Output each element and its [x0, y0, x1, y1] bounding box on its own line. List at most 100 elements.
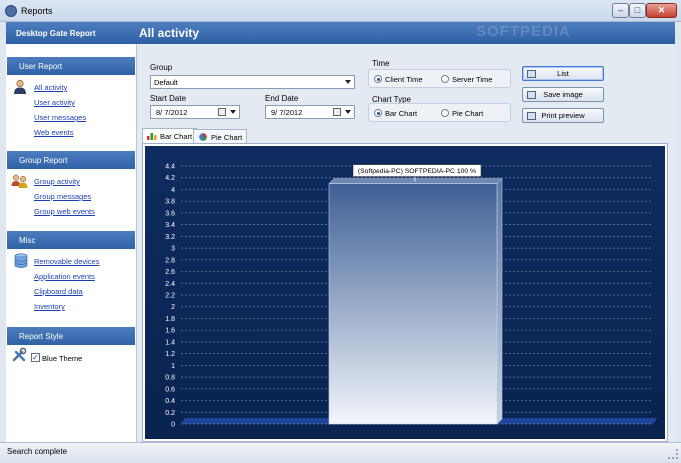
- radio-pie-chart[interactable]: [441, 109, 449, 117]
- chevron-down-icon: [345, 110, 351, 114]
- data-label: (Softpedia-PC) SOFTPEDIA-PC 100 %: [358, 168, 476, 175]
- time-options: Client Time Server Time: [368, 69, 511, 88]
- y-tick-label: 3.8: [165, 199, 175, 206]
- section-group-report: Group Report: [7, 151, 135, 169]
- sidebar-item-clipboard-data[interactable]: Clipboard data: [34, 287, 83, 296]
- watermark: SOFTPEDIA: [476, 23, 571, 40]
- end-date-picker[interactable]: 9/ 7/2012: [265, 105, 355, 119]
- sidebar-item-group-activity[interactable]: Group activity: [34, 177, 80, 186]
- list-icon: [527, 70, 536, 78]
- window-title: Reports: [21, 6, 53, 16]
- y-tick-label: 3: [171, 246, 175, 253]
- pie-chart-option-label: Pie Chart: [452, 109, 484, 118]
- window-titlebar[interactable]: [0, 0, 681, 22]
- y-tick-label: 3.4: [165, 222, 175, 229]
- section-report-style: Report Style: [7, 327, 135, 345]
- end-date-label: End Date: [265, 94, 299, 103]
- list-button[interactable]: List: [522, 66, 604, 81]
- y-tick-label: 0.6: [165, 386, 175, 393]
- sidebar-item-all-activity[interactable]: All activity: [34, 83, 67, 92]
- bar-top: [328, 178, 503, 184]
- save-image-label: Save image: [543, 90, 583, 99]
- tab-bar-chart-label: Bar Chart: [160, 132, 193, 141]
- printer-icon: [527, 112, 536, 120]
- status-text: Search complete: [7, 447, 68, 456]
- bar-chart-option-label: Bar Chart: [385, 109, 418, 118]
- server-time-label: Server Time: [452, 75, 493, 84]
- y-tick-label: 0.2: [165, 410, 175, 417]
- group-label: Group: [150, 63, 173, 72]
- close-button[interactable]: ✕: [646, 3, 677, 18]
- bar-chart-icon: [147, 133, 157, 140]
- y-tick-label: 1.6: [165, 328, 175, 335]
- blue-theme-checkbox[interactable]: ✓: [31, 353, 40, 362]
- y-tick-label: 4: [171, 187, 175, 194]
- blue-theme-label: Blue Theme: [42, 354, 83, 363]
- tab-pie-chart-label: Pie Chart: [211, 133, 243, 142]
- end-date-value: 9/ 7/2012: [271, 108, 303, 117]
- y-tick-label: 2.6: [165, 269, 175, 276]
- image-icon: [527, 91, 536, 99]
- page-title: All activity: [139, 26, 200, 40]
- bar-side: [496, 177, 503, 425]
- group-icon: [11, 174, 28, 188]
- start-date-value: 8/ 7/2012: [156, 108, 188, 117]
- time-label: Time: [372, 59, 390, 68]
- print-preview-label: Print preview: [541, 111, 585, 120]
- save-image-button[interactable]: Save image: [522, 87, 604, 102]
- bar: [328, 183, 498, 425]
- user-icon: [14, 79, 26, 94]
- report-header: Desktop Gate Report All activity SOFTPED…: [6, 22, 675, 44]
- y-tick-label: 3.2: [165, 234, 175, 241]
- group-select-value: Default: [154, 78, 178, 87]
- y-tick-label: 1.8: [165, 316, 175, 323]
- section-user-report: User Report: [7, 57, 135, 75]
- database-icon: [14, 253, 28, 269]
- y-tick-label: 0: [171, 422, 175, 429]
- sidebar-item-removable-devices[interactable]: Removable devices: [34, 257, 99, 266]
- bar-chart: 0 0.2 0.4 0.6 0.8 1 1.2 1.4 1.6 1.8 2 2.2 2.4 2.6 2.8 3…: [145, 146, 665, 439]
- minimize-button[interactable]: –: [612, 3, 629, 18]
- pie-chart-icon: [199, 133, 207, 141]
- y-tick-label: 4.4: [165, 164, 175, 171]
- section-misc: Misc: [7, 231, 135, 249]
- main-panel: Group Default Start Date 8/ 7/2012 End D…: [137, 44, 675, 442]
- tools-icon: [12, 347, 27, 362]
- status-bar: Search complete: [0, 442, 681, 463]
- sidebar-item-application-events[interactable]: Application events: [34, 272, 95, 281]
- y-tick-label: 0.8: [165, 375, 175, 382]
- tab-bar-chart[interactable]: Bar Chart: [142, 128, 198, 143]
- start-date-label: Start Date: [150, 94, 187, 103]
- sidebar-item-user-messages[interactable]: User messages: [34, 113, 86, 122]
- list-button-label: List: [557, 69, 569, 78]
- print-preview-button[interactable]: Print preview: [522, 108, 604, 123]
- y-tick-label: 2.2: [165, 293, 175, 300]
- sidebar-item-inventory[interactable]: Inventory: [34, 302, 65, 311]
- app-icon: [5, 5, 17, 17]
- sidebar-item-web-events[interactable]: Web events: [34, 128, 73, 137]
- sidebar-item-group-web-events[interactable]: Group web events: [34, 207, 95, 216]
- start-date-picker[interactable]: 8/ 7/2012: [150, 105, 240, 119]
- radio-bar-chart[interactable]: [374, 109, 382, 117]
- chart-panel: 0 0.2 0.4 0.6 0.8 1 1.2 1.4 1.6 1.8 2 2.2 2.4 2.6 2.8 3…: [142, 143, 668, 442]
- maximize-button[interactable]: □: [629, 3, 646, 18]
- sidebar-item-group-messages[interactable]: Group messages: [34, 192, 91, 201]
- y-tick-label: 0.4: [165, 398, 175, 405]
- radio-client-time[interactable]: [374, 75, 382, 83]
- chevron-down-icon: [345, 80, 351, 84]
- sidebar-item-user-activity[interactable]: User activity: [34, 98, 75, 107]
- chart-type-options: Bar Chart Pie Chart: [368, 103, 511, 122]
- tab-pie-chart[interactable]: Pie Chart: [193, 129, 248, 143]
- client-time-label: Client Time: [385, 75, 423, 84]
- resize-grip[interactable]: [668, 449, 678, 459]
- sidebar: User Report All activity User activity U…: [6, 44, 137, 442]
- calendar-icon: [218, 108, 226, 116]
- y-tick-label: 3.6: [165, 210, 175, 217]
- y-tick-label: 1: [171, 363, 175, 370]
- group-select[interactable]: Default: [150, 75, 355, 89]
- y-tick-label: 2.8: [165, 257, 175, 264]
- y-tick-label: 1.2: [165, 351, 175, 358]
- radio-server-time[interactable]: [441, 75, 449, 83]
- calendar-icon: [333, 108, 341, 116]
- chevron-down-icon: [230, 110, 236, 114]
